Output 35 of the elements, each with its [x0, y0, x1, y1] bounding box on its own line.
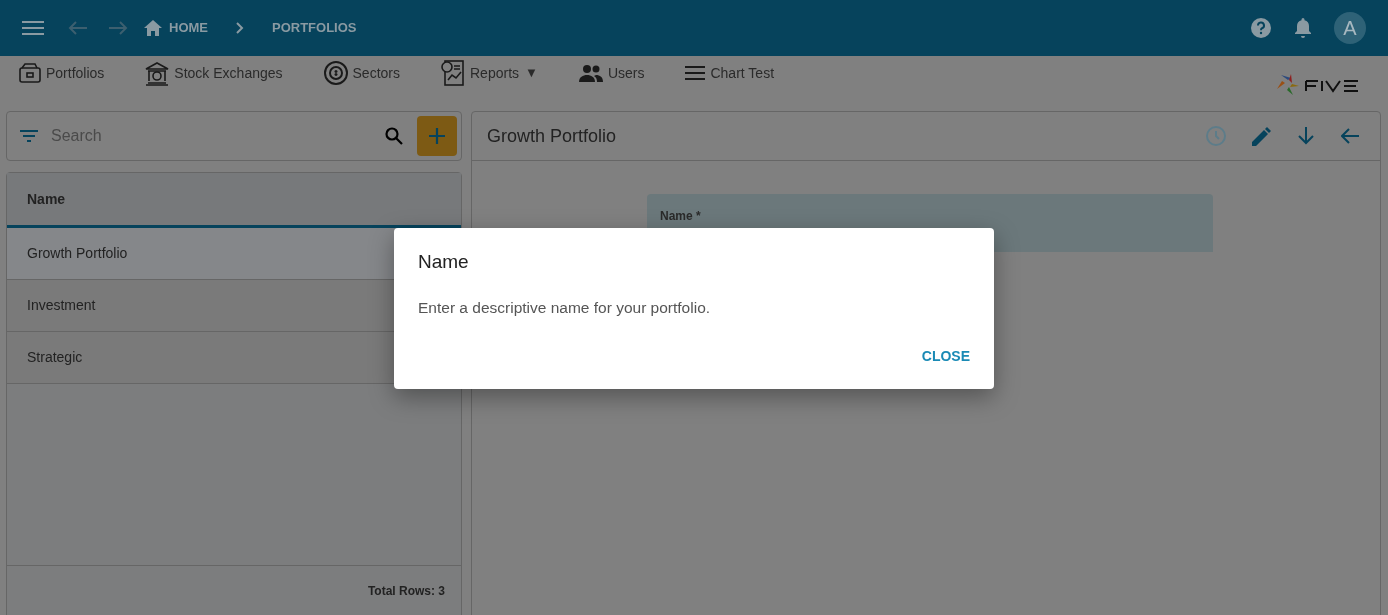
menu-lines-icon — [684, 65, 707, 81]
breadcrumb-link[interactable]: PORTFOLIOS — [272, 18, 357, 38]
menu-item[interactable]: Reports ▼ — [440, 56, 538, 90]
detail-title: Growth Portfolio — [487, 124, 617, 148]
chevron-icon — [236, 22, 244, 34]
search-icon[interactable] — [385, 127, 403, 145]
menu-item[interactable]: Sectors — [322, 56, 400, 90]
menu-item[interactable]: Portfolios — [18, 56, 105, 90]
plus-icon — [429, 128, 445, 144]
menu-item[interactable]: Stock Exchanges — [144, 56, 283, 90]
add-button[interactable] — [417, 116, 457, 156]
users-icon — [577, 63, 604, 83]
close-button[interactable]: CLOSE — [915, 342, 976, 371]
menu-item[interactable]: Users — [577, 56, 645, 90]
bell-icon[interactable] — [1294, 17, 1312, 39]
avatar[interactable]: A — [1334, 12, 1366, 44]
field-label: Name * — [660, 209, 701, 223]
total-rows-text: Total Rows: 3 — [367, 582, 445, 600]
breadcrumb-link[interactable]: HOME — [169, 18, 208, 38]
bank-icon — [144, 60, 171, 86]
home-icon[interactable] — [144, 20, 162, 36]
report-icon — [440, 59, 466, 87]
menu-item[interactable]: Chart Test — [684, 56, 774, 90]
back-arrow-icon[interactable] — [68, 20, 88, 36]
column-header[interactable]: Name — [27, 188, 66, 210]
forward-arrow-icon[interactable] — [108, 20, 128, 36]
pencil-icon[interactable] — [1252, 126, 1272, 146]
menu-icon[interactable] — [22, 20, 44, 36]
filter-icon[interactable] — [20, 130, 38, 142]
down-arrow-icon[interactable] — [1298, 127, 1314, 145]
wallet-icon — [18, 62, 42, 84]
dollar-cycle-icon — [322, 60, 349, 86]
back-arrow-icon[interactable] — [1341, 128, 1359, 144]
caret-icon: ▼ — [525, 63, 538, 83]
help-icon[interactable] — [1250, 17, 1272, 39]
